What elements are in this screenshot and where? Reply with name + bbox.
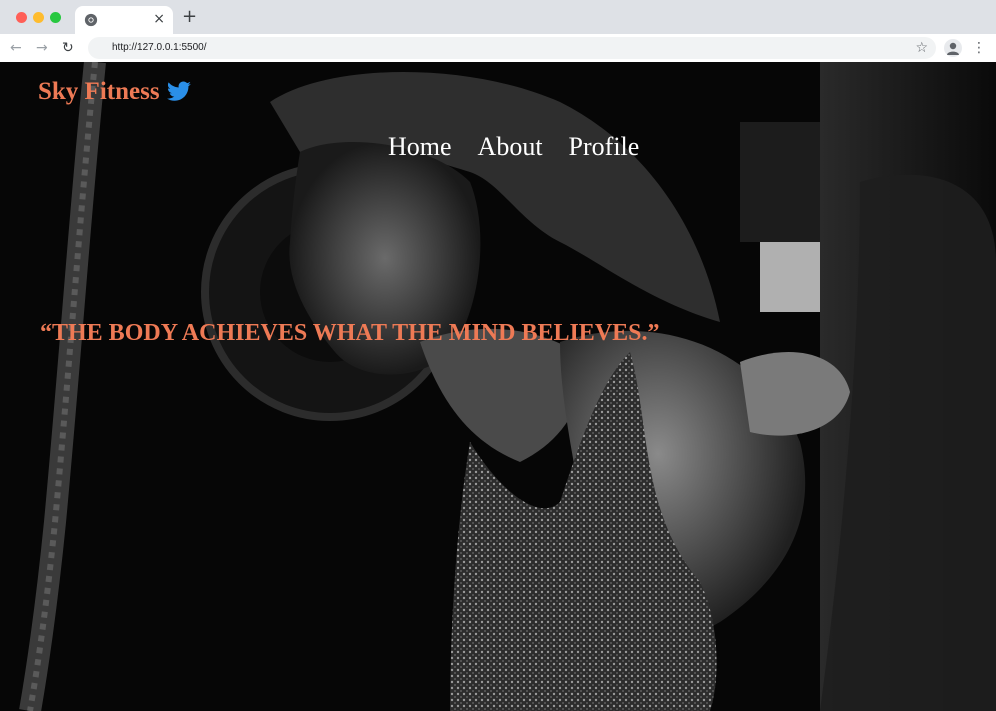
close-window-button[interactable] [16, 12, 27, 23]
reload-button[interactable]: ↻ [62, 38, 74, 58]
web-page: Sky Fitness Home About Profile “THE BODY… [0, 62, 996, 711]
browser-toolbar: ← → ↻ http://127.0.0.1:5500/ ☆ ⋮ [0, 34, 996, 62]
url-text[interactable]: http://127.0.0.1:5500/ [112, 41, 207, 55]
brand-name: Sky Fitness [38, 78, 160, 105]
browser-menu-icon[interactable]: ⋮ [972, 38, 986, 58]
hero-quote: “THE BODY ACHIEVES WHAT THE MIND BELIEVE… [40, 320, 660, 346]
chrome-icon [84, 13, 98, 27]
back-button[interactable]: ← [10, 38, 22, 58]
tab-close-icon[interactable]: × [153, 11, 165, 27]
nav-link-home[interactable]: Home [388, 132, 452, 162]
person-icon [947, 42, 959, 55]
twitter-bird-icon [166, 81, 191, 101]
nav-link-about[interactable]: About [478, 132, 543, 162]
nav-link-profile[interactable]: Profile [569, 132, 640, 162]
browser-tab-bar: × + [0, 0, 996, 34]
maximize-window-button[interactable] [50, 12, 61, 23]
minimize-window-button[interactable] [33, 12, 44, 23]
brand-logo[interactable]: Sky Fitness [38, 78, 192, 106]
forward-button[interactable]: → [36, 38, 48, 58]
new-tab-button[interactable]: + [182, 7, 197, 27]
browser-tab[interactable]: × [75, 6, 173, 34]
profile-avatar-icon[interactable] [944, 39, 962, 57]
main-nav: Home About Profile [388, 132, 639, 162]
bookmark-star-icon[interactable]: ☆ [915, 39, 928, 57]
address-bar[interactable]: http://127.0.0.1:5500/ ☆ [88, 37, 936, 59]
